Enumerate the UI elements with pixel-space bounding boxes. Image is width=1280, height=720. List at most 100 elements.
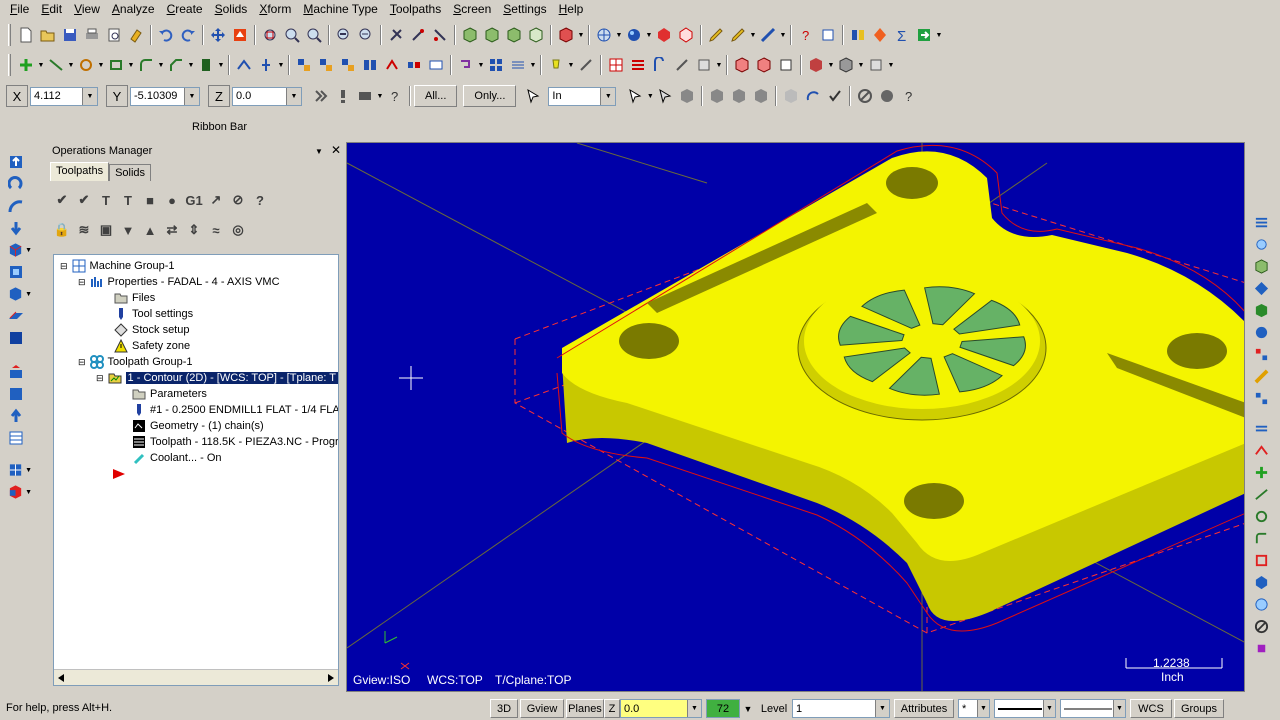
move-tool-icon[interactable] — [8, 406, 32, 426]
undo-icon[interactable] — [156, 25, 176, 45]
table-tool-icon[interactable] — [8, 428, 32, 448]
chevron-down-icon[interactable]: ▼ — [67, 55, 75, 75]
tab-toolpaths[interactable]: Toolpaths — [50, 162, 110, 181]
lock-icon[interactable]: 🔒 — [51, 220, 73, 240]
array-icon[interactable] — [404, 55, 424, 75]
menu-help[interactable]: Help — [553, 2, 590, 16]
gview-button[interactable]: Gview — [520, 699, 564, 718]
wireframe-icon[interactable] — [676, 25, 696, 45]
chevron-down-icon[interactable]: ▼ — [82, 87, 97, 105]
grid-tool-icon[interactable]: ▼ — [8, 460, 32, 480]
surface-draft-icon[interactable] — [672, 55, 692, 75]
roll-icon[interactable] — [456, 55, 476, 75]
chevron-down-icon[interactable]: ▼ — [577, 25, 585, 45]
surface-rough-icon[interactable] — [1251, 234, 1271, 254]
create-circle-icon[interactable] — [76, 55, 96, 75]
new-file-icon[interactable] — [16, 25, 36, 45]
chevron-down-icon[interactable]: ▼ — [315, 147, 323, 156]
pointer-icon[interactable] — [625, 86, 645, 106]
rect-op-icon[interactable] — [1251, 550, 1271, 570]
transform-op-icon[interactable] — [1251, 388, 1271, 408]
drill-op-icon[interactable] — [1251, 322, 1271, 342]
toolpath-verify-icon[interactable] — [848, 25, 868, 45]
chevron-down-icon[interactable]: ▼ — [779, 25, 787, 45]
toolbar-grip[interactable] — [8, 24, 11, 46]
chevron-down-icon[interactable]: ▼ — [646, 86, 654, 106]
menu-screen[interactable]: Screen — [447, 2, 497, 16]
face-select-icon[interactable] — [707, 86, 727, 106]
scale-icon[interactable] — [338, 55, 358, 75]
collapse-icon[interactable]: ⊟ — [78, 277, 86, 288]
layer-tool-icon[interactable] — [8, 362, 32, 382]
line-style-dropdown[interactable]: ▼ — [994, 699, 1056, 718]
menu-edit[interactable]: Edit — [35, 2, 68, 16]
surface-grid-icon[interactable] — [606, 55, 626, 75]
help-icon[interactable]: ? — [899, 86, 919, 106]
surface-lines-icon[interactable] — [628, 55, 648, 75]
help-topic-icon[interactable]: ? — [796, 25, 816, 45]
light-icon[interactable] — [546, 55, 566, 75]
delete-ops-icon[interactable]: ⊘ — [227, 190, 249, 210]
solid-select-icon[interactable] — [677, 86, 697, 106]
solid-extrude-icon[interactable] — [732, 55, 752, 75]
break-icon[interactable] — [256, 55, 276, 75]
repaint-icon[interactable] — [230, 25, 250, 45]
front-view-icon[interactable] — [504, 25, 524, 45]
zoom-target-icon[interactable] — [304, 25, 324, 45]
no-entry-icon[interactable] — [855, 86, 875, 106]
body-select-icon[interactable] — [751, 86, 771, 106]
trim-icon[interactable] — [234, 55, 254, 75]
surface-finish-icon[interactable] — [1251, 256, 1271, 276]
chevron-down-icon[interactable]: ▼ — [127, 55, 135, 75]
chevron-down-icon[interactable]: ▼ — [567, 55, 575, 75]
create-chamfer-icon[interactable] — [166, 55, 186, 75]
sum-icon[interactable]: Σ — [892, 25, 912, 45]
create-fillet-icon[interactable] — [136, 55, 156, 75]
rotate-xform-icon[interactable] — [316, 55, 336, 75]
attributes-button[interactable]: Attributes — [894, 699, 954, 718]
chevron-down-icon[interactable]: ▼ — [277, 55, 285, 75]
view-rotate-icon[interactable] — [430, 25, 450, 45]
highlight-icon[interactable] — [728, 25, 748, 45]
pocket-icon[interactable] — [1251, 278, 1271, 298]
chevron-down-icon[interactable]: ▼ — [977, 700, 989, 717]
chevron-down-icon[interactable]: ▼ — [286, 87, 301, 105]
verify-ops-icon[interactable]: ● — [161, 190, 183, 210]
scroll-arrows-icon[interactable]: ⇕ — [183, 220, 205, 240]
move-down-icon[interactable]: ▼ — [117, 220, 139, 240]
solid-block-icon[interactable] — [8, 328, 32, 348]
side-view-icon[interactable] — [526, 25, 546, 45]
properties-icon[interactable] — [126, 25, 146, 45]
translate-icon[interactable] — [294, 55, 314, 75]
x-coordinate-field[interactable]: 4.112 ▼ — [30, 86, 98, 106]
chevron-down-icon[interactable]: ▼ — [687, 700, 701, 717]
create-rectangle-icon[interactable] — [106, 55, 126, 75]
globe-icon[interactable] — [594, 25, 614, 45]
down-arrow-icon[interactable] — [8, 218, 32, 238]
insert-arrow-icon[interactable]: ⇄ — [161, 220, 183, 240]
chevron-down-icon[interactable]: ▼ — [187, 55, 195, 75]
color-swatch[interactable]: 72 — [706, 699, 740, 718]
chevron-down-icon[interactable]: ▼ — [600, 87, 616, 105]
rotate-tool-icon[interactable] — [8, 174, 32, 194]
zoom-out-icon[interactable] — [356, 25, 376, 45]
solid-op-icon[interactable] — [1251, 572, 1271, 592]
edit-icon[interactable] — [706, 25, 726, 45]
move-up-icon[interactable]: ▲ — [139, 220, 161, 240]
chevron-down-icon[interactable]: ▼ — [857, 55, 865, 75]
box-tool-icon[interactable] — [8, 262, 32, 282]
zoom-window-icon[interactable] — [282, 25, 302, 45]
chevron-down-icon[interactable]: ▼ — [827, 55, 835, 75]
toggle-display-icon[interactable]: ≋ — [73, 220, 95, 240]
tree-node-tool-settings[interactable]: Tool settings — [114, 306, 193, 322]
chevron-down-icon[interactable]: ▼ — [715, 55, 723, 75]
chevron-down-icon[interactable]: ▼ — [529, 55, 537, 75]
rotate-icon[interactable] — [408, 25, 428, 45]
rotate-select-icon[interactable] — [803, 86, 823, 106]
solid-shade-icon[interactable] — [654, 25, 674, 45]
wcs-button[interactable]: WCS — [1130, 699, 1172, 718]
view-3d-button[interactable]: 3D — [490, 699, 518, 718]
lathe-finish-icon[interactable] — [1251, 440, 1271, 460]
up-arrow-icon[interactable] — [8, 152, 32, 172]
select-dirty-ops-icon[interactable]: ✔ — [73, 190, 95, 210]
